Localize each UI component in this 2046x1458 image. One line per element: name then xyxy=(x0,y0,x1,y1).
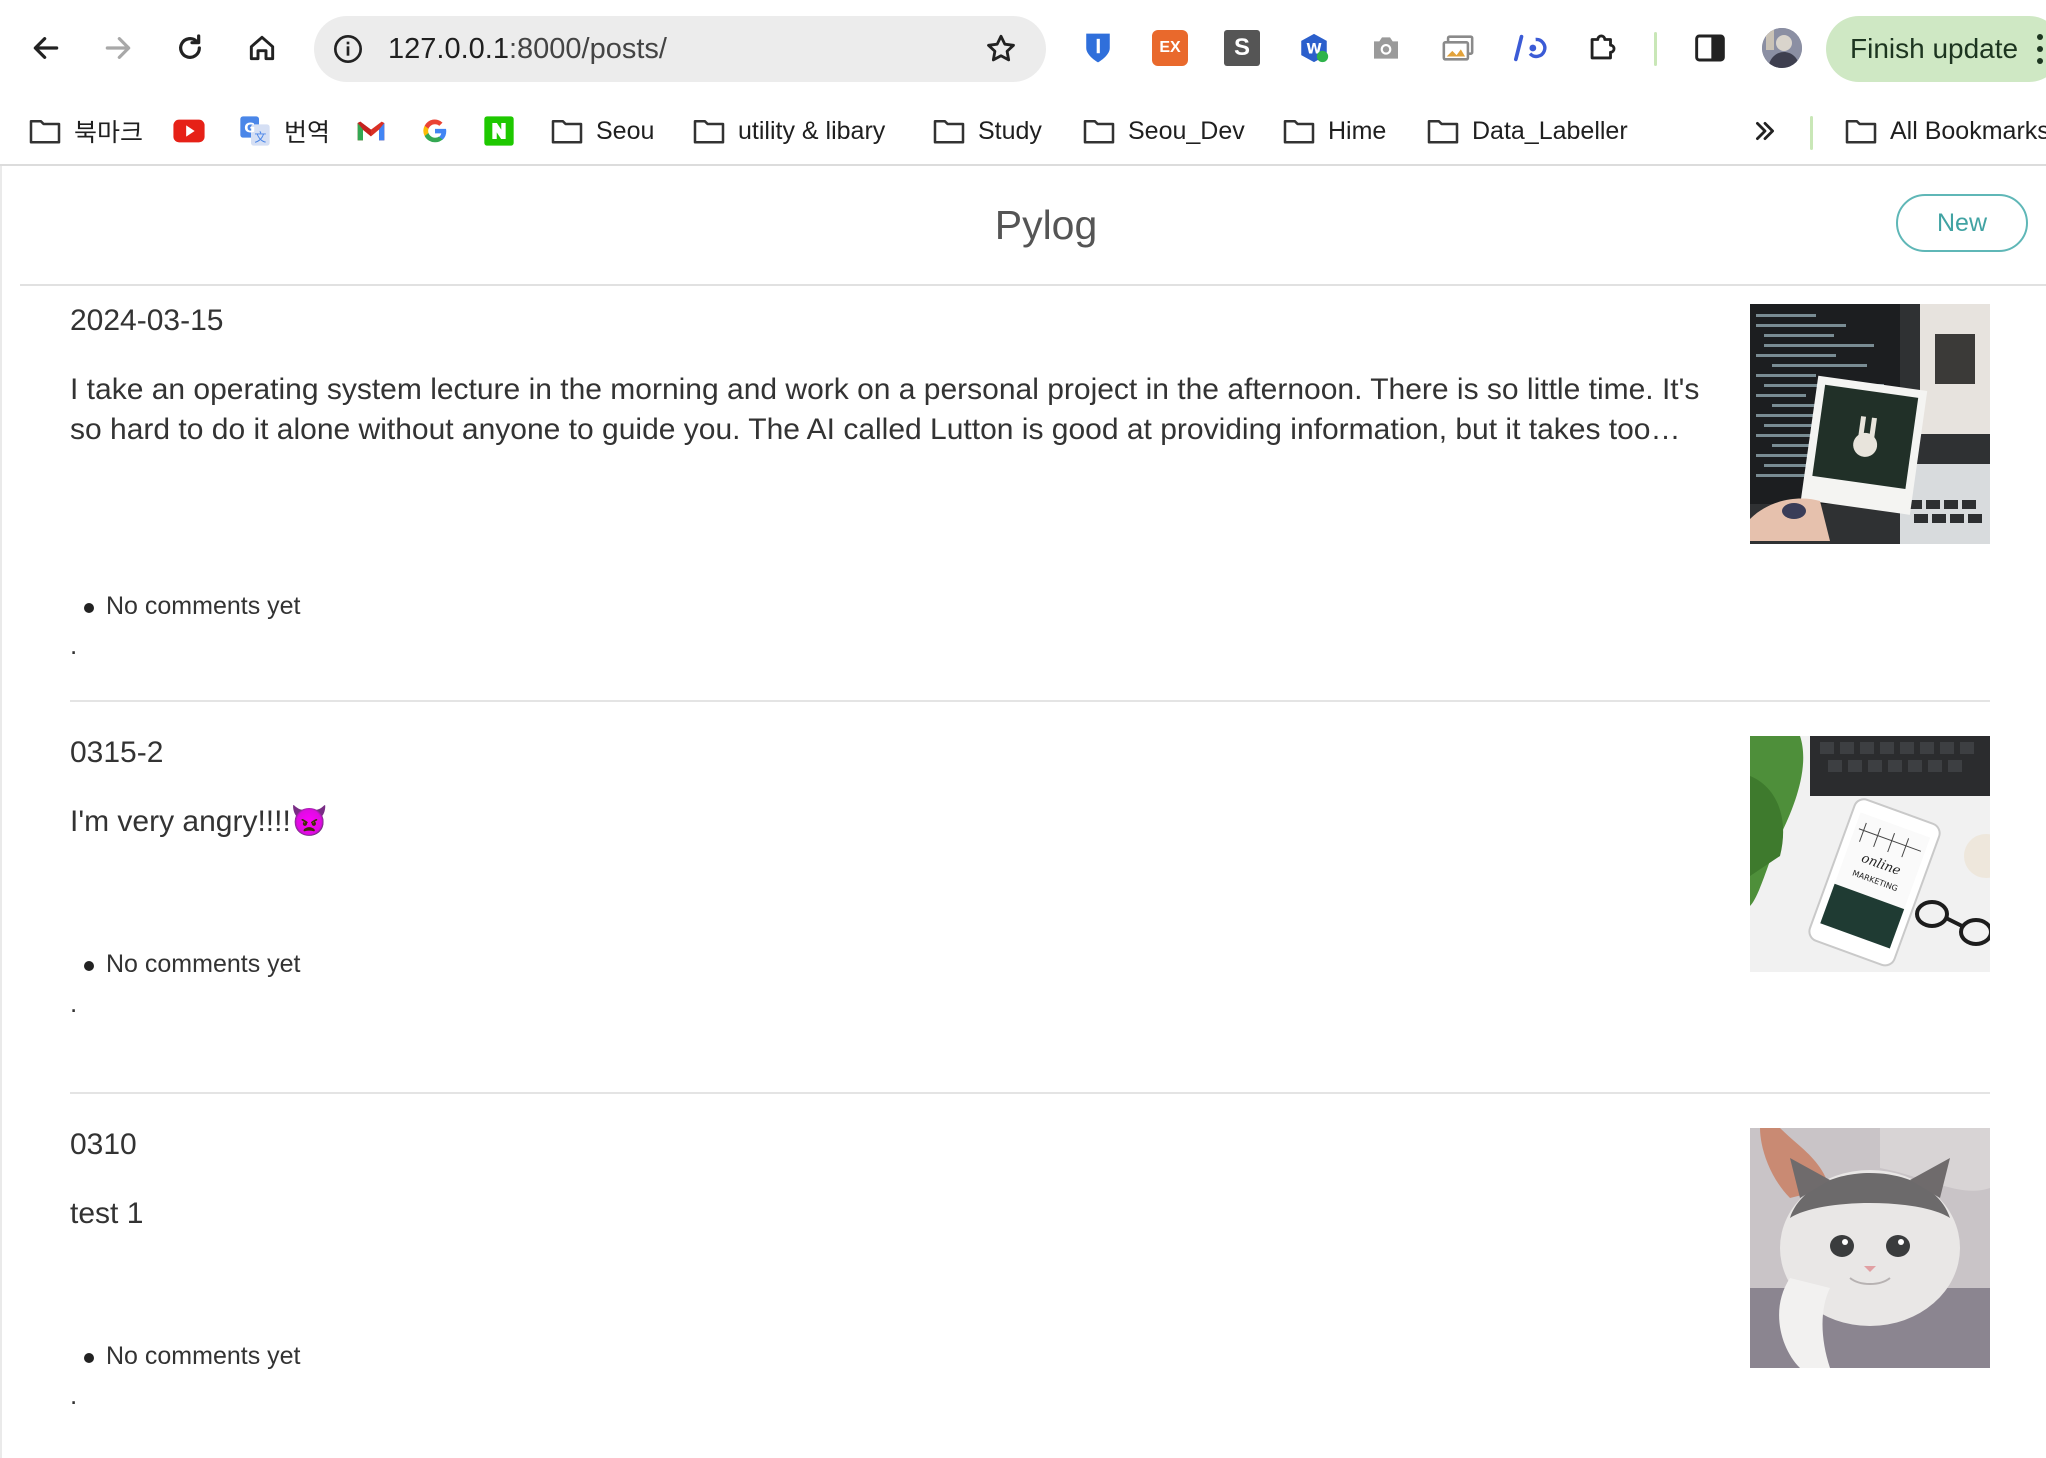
folder-icon xyxy=(28,116,62,146)
folder-icon xyxy=(1844,116,1878,146)
bookmarks-overflow-button[interactable] xyxy=(1748,112,1794,150)
screen-capture-icon[interactable] xyxy=(1440,30,1476,66)
w-extension-icon[interactable]: W xyxy=(1296,30,1332,66)
url-path: :8000/posts/ xyxy=(508,33,667,65)
bookmarks-bar: 북마크 G文 번역 Seou utility & libary Study Se… xyxy=(0,100,2046,166)
bookmark-folder-bukmark[interactable]: 북마크 xyxy=(28,112,143,150)
address-bar[interactable]: 127.0.0.1:8000/posts/ xyxy=(314,16,1046,82)
bookmark-google[interactable] xyxy=(418,112,464,150)
profile-avatar[interactable] xyxy=(1762,28,1802,68)
devtools-extension-icon[interactable] xyxy=(1512,30,1548,66)
bookmarks-separator xyxy=(1810,116,1813,150)
site-header: Pylog New xyxy=(20,166,2046,286)
bookmark-label: Study xyxy=(978,116,1042,145)
bookmark-label: utility & libary xyxy=(738,116,886,145)
s-extension-icon[interactable]: S xyxy=(1224,30,1260,66)
puzzle-extensions-icon[interactable] xyxy=(1584,30,1620,66)
comment-item: No comments yet xyxy=(84,1342,301,1371)
bookmark-label: Seou_Dev xyxy=(1128,116,1245,145)
back-button[interactable] xyxy=(22,24,70,72)
all-bookmarks-folder[interactable]: All Bookmarks xyxy=(1844,112,2046,150)
reload-button[interactable] xyxy=(166,24,214,72)
menu-kebab-icon xyxy=(2037,34,2043,64)
post-footer-dot: . xyxy=(70,988,78,1018)
bookmark-label: Data_Labeller xyxy=(1472,116,1628,145)
post-divider xyxy=(70,700,1990,702)
post-thumbnail-phone-photo[interactable]: online MARKETING xyxy=(1750,736,1990,972)
reload-icon xyxy=(179,34,201,59)
site-info-icon[interactable] xyxy=(332,33,364,65)
bookmark-folder-data-labeller[interactable]: Data_Labeller xyxy=(1426,112,1628,150)
post-divider xyxy=(70,1092,1990,1094)
url-text[interactable]: 127.0.0.1:8000/posts/ xyxy=(388,33,667,66)
double-chevron-right-icon xyxy=(1748,116,1782,146)
url-host: 127.0.0.1 xyxy=(388,33,509,65)
bitwarden-icon[interactable] xyxy=(1080,30,1116,66)
folder-icon xyxy=(932,116,966,146)
youtube-icon xyxy=(172,116,206,146)
site-title[interactable]: Pylog xyxy=(20,202,2046,249)
svg-text:文: 文 xyxy=(254,130,266,145)
page-viewport: Pylog New 2024-03-15 I take an operating… xyxy=(0,166,2046,1458)
bookmark-label: Seou xyxy=(596,116,655,145)
google-translate-icon: G文 xyxy=(238,116,272,146)
side-panel-icon[interactable] xyxy=(1692,30,1728,66)
ex-extension-icon[interactable]: EX xyxy=(1152,30,1188,66)
comment-list: No comments yet xyxy=(84,1342,301,1371)
bookmark-label: 북마크 xyxy=(74,119,144,147)
bookmark-translate[interactable]: G文 번역 xyxy=(238,112,330,150)
folder-icon xyxy=(550,116,584,146)
bookmark-naver[interactable] xyxy=(482,112,528,150)
post-thumbnail-desk-photo[interactable] xyxy=(1750,304,1990,544)
post-body: I'm very angry!!!!👿 xyxy=(70,805,329,838)
finish-update-label: Finish update xyxy=(1850,33,2019,64)
bookmark-label: Hime xyxy=(1328,116,1387,145)
camera-icon[interactable] xyxy=(1368,30,1404,66)
folder-icon xyxy=(1082,116,1116,146)
folder-icon xyxy=(692,116,726,146)
bookmark-youtube[interactable] xyxy=(172,112,218,150)
bookmark-gmail[interactable] xyxy=(354,112,400,150)
forward-arrow-icon xyxy=(105,37,131,59)
folder-icon xyxy=(1426,116,1460,146)
forward-button[interactable] xyxy=(94,24,142,72)
bookmark-folder-hime[interactable]: Hime xyxy=(1282,112,1386,150)
post-footer-dot: . xyxy=(70,1380,78,1410)
gmail-icon xyxy=(354,116,388,146)
naver-icon xyxy=(482,116,516,146)
google-icon xyxy=(418,116,452,146)
bookmark-label: 번역 xyxy=(284,119,331,147)
post-item: 0310 test 1 No comments yet . xyxy=(70,1128,1990,1458)
comment-item: No comments yet xyxy=(84,592,301,621)
folder-icon xyxy=(1282,116,1316,146)
comment-item: No comments yet xyxy=(84,950,301,979)
bookmark-folder-seou-dev[interactable]: Seou_Dev xyxy=(1082,112,1245,150)
back-arrow-icon xyxy=(33,37,59,59)
bookmark-star-icon[interactable] xyxy=(984,32,1018,66)
all-bookmarks-label: All Bookmarks xyxy=(1890,116,2046,145)
post-title[interactable]: 0310 xyxy=(70,1128,137,1162)
finish-update-button[interactable]: Finish update xyxy=(1826,16,2046,82)
post-thumbnail-cat-photo[interactable] xyxy=(1750,1128,1990,1368)
post-item: 2024-03-15 I take an operating system le… xyxy=(70,304,1990,664)
post-item: 0315-2 I'm very angry!!!!👿 No comments y… xyxy=(70,736,1990,1096)
post-body: test 1 xyxy=(70,1197,144,1230)
bookmark-folder-study[interactable]: Study xyxy=(932,112,1042,150)
comment-list: No comments yet xyxy=(84,592,301,621)
post-title[interactable]: 0315-2 xyxy=(70,736,163,770)
bookmark-folder-utility[interactable]: utility & libary xyxy=(692,112,885,150)
browser-toolbar: 127.0.0.1:8000/posts/ EX S W Finish upda… xyxy=(0,0,2046,100)
post-title[interactable]: 2024-03-15 xyxy=(70,304,223,338)
new-post-button[interactable]: New xyxy=(1896,194,2028,252)
home-button[interactable] xyxy=(238,24,286,72)
bookmark-folder-seou[interactable]: Seou xyxy=(550,112,654,150)
post-body: I take an operating system lecture in th… xyxy=(70,373,1700,446)
comment-list: No comments yet xyxy=(84,950,301,979)
post-footer-dot: . xyxy=(70,630,78,660)
home-icon xyxy=(249,35,275,61)
toolbar-separator xyxy=(1654,32,1657,66)
